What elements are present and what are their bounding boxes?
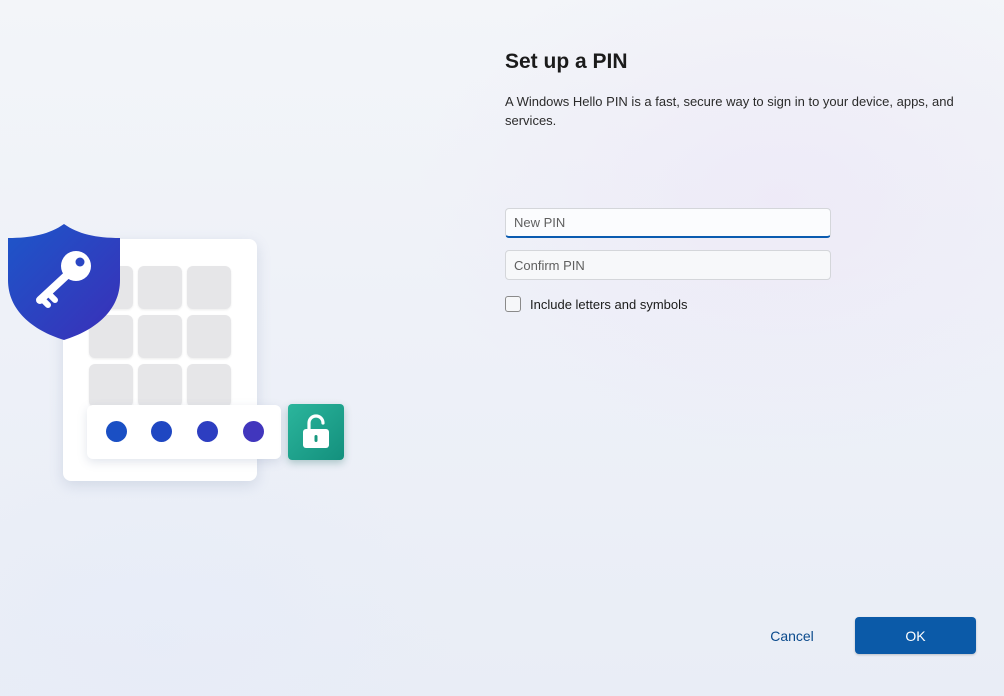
- new-pin-input[interactable]: [505, 208, 831, 238]
- include-letters-checkbox[interactable]: [505, 296, 521, 312]
- cancel-button[interactable]: Cancel: [740, 618, 844, 654]
- keypad-key: [138, 364, 182, 407]
- include-letters-label: Include letters and symbols: [530, 296, 688, 312]
- pin-dot: [151, 421, 172, 442]
- include-letters-option[interactable]: Include letters and symbols: [505, 296, 688, 312]
- pin-dot: [106, 421, 127, 442]
- pin-dot: [197, 421, 218, 442]
- keypad-key: [187, 266, 231, 309]
- ok-button[interactable]: OK: [855, 617, 976, 654]
- shield-key-icon: [8, 224, 120, 340]
- pin-dots-bar: [87, 405, 281, 459]
- keypad-key: [89, 364, 133, 407]
- pin-dot: [243, 421, 264, 442]
- keypad-key: [187, 315, 231, 358]
- page-title: Set up a PIN: [505, 50, 628, 73]
- unlocked-padlock-icon: [288, 404, 344, 460]
- keypad-key: [138, 315, 182, 358]
- confirm-pin-input[interactable]: [505, 250, 831, 280]
- page-description: A Windows Hello PIN is a fast, secure wa…: [505, 94, 954, 128]
- keypad-key: [138, 266, 182, 309]
- keypad-key: [187, 364, 231, 407]
- pin-illustration: [0, 0, 360, 500]
